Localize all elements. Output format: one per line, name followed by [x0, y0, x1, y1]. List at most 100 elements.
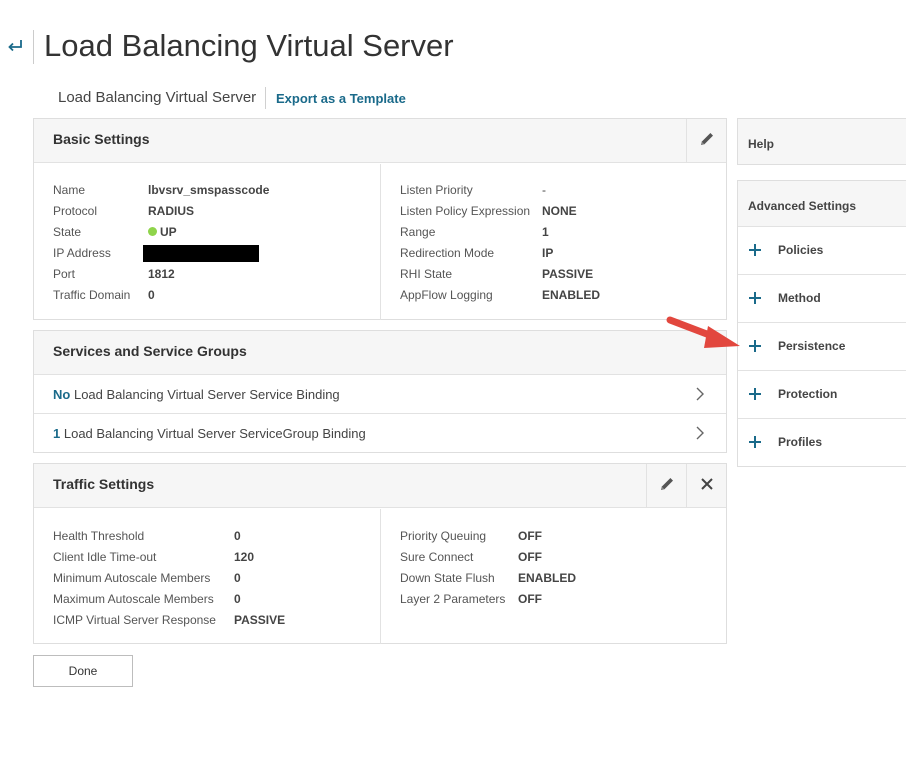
kv-row: Layer 2 Parameters OFF: [400, 589, 720, 610]
advanced-item-persistence[interactable]: Persistence: [738, 323, 906, 371]
advanced-item-label: Method: [778, 291, 821, 305]
kv-value: 1812: [148, 267, 175, 281]
state-text: UP: [160, 225, 177, 239]
kv-label: Health Threshold: [53, 529, 145, 543]
binding-count: No: [53, 387, 71, 402]
service-binding-row[interactable]: No Load Balancing Virtual Server Service…: [34, 375, 726, 414]
kv-value: PASSIVE: [542, 267, 594, 281]
export-template-link[interactable]: Export as a Template: [276, 91, 406, 106]
servicegroup-binding-text: 1 Load Balancing Virtual Server ServiceG…: [53, 426, 366, 441]
kv-label: State: [53, 225, 82, 239]
kv-label: Listen Policy Expression: [400, 204, 531, 218]
kv-label: IP Address: [53, 246, 111, 260]
kv-value: ENABLED: [518, 571, 577, 585]
kv-value: 0: [234, 529, 241, 543]
plus-icon: [748, 435, 762, 449]
advanced-item-policies[interactable]: Policies: [738, 227, 906, 275]
kv-label: Redirection Mode: [400, 246, 495, 260]
kv-label: Priority Queuing: [400, 529, 487, 543]
kv-row: AppFlow Logging ENABLED: [400, 285, 720, 306]
kv-row: Priority Queuing OFF: [400, 526, 720, 547]
basic-settings-title: Basic Settings: [53, 131, 150, 147]
kv-row: Traffic Domain 0: [53, 285, 383, 306]
kv-label: AppFlow Logging: [400, 288, 493, 302]
kv-value: 0: [148, 288, 155, 302]
pencil-icon: [658, 475, 676, 498]
kv-label: Listen Priority: [400, 183, 473, 197]
advanced-item-label: Persistence: [778, 339, 846, 353]
close-icon: [700, 477, 714, 496]
traffic-settings-left-column: Health Threshold 0 Client Idle Time-out …: [53, 526, 383, 631]
advanced-item-label: Protection: [778, 387, 838, 401]
kv-label: Sure Connect: [400, 550, 474, 564]
edit-traffic-settings-button[interactable]: [646, 464, 686, 508]
kv-row: Health Threshold 0: [53, 526, 383, 547]
traffic-settings-panel: Traffic Settings Health Threshold 0 Clie…: [33, 463, 727, 644]
redacted-ip-address: [143, 245, 259, 262]
binding-label: Load Balancing Virtual Server ServiceGro…: [63, 426, 366, 441]
kv-value: 0: [234, 592, 241, 606]
kv-value: 0: [234, 571, 241, 585]
column-divider: [380, 164, 381, 320]
kv-row: State UP: [53, 222, 383, 243]
plus-icon: [748, 387, 762, 401]
kv-row: RHI State PASSIVE: [400, 264, 720, 285]
kv-row: ICMP Virtual Server Response PASSIVE: [53, 610, 383, 631]
advanced-item-label: Profiles: [778, 435, 823, 449]
plus-icon: [748, 243, 762, 257]
basic-settings-panel: Basic Settings Name lbvsrv_smspasscode P…: [33, 118, 727, 320]
kv-row: IP Address: [53, 243, 383, 264]
binding-count: 1: [53, 426, 61, 441]
edit-basic-settings-button[interactable]: [686, 119, 726, 163]
advanced-item-method[interactable]: Method: [738, 275, 906, 323]
services-title: Services and Service Groups: [53, 343, 247, 359]
kv-label: Name: [53, 183, 86, 197]
kv-label: Down State Flush: [400, 571, 495, 585]
kv-value: RADIUS: [148, 204, 195, 218]
kv-label: RHI State: [400, 267, 453, 281]
advanced-settings-header: Advanced Settings: [738, 181, 906, 227]
advanced-item-label: Policies: [778, 243, 824, 257]
close-traffic-settings-button[interactable]: [686, 464, 726, 508]
kv-row: Listen Policy Expression NONE: [400, 201, 720, 222]
kv-value: OFF: [518, 550, 542, 564]
traffic-settings-right-column: Priority Queuing OFF Sure Connect OFF Do…: [400, 526, 720, 610]
kv-row: Minimum Autoscale Members 0: [53, 568, 383, 589]
basic-settings-header: Basic Settings: [34, 119, 726, 163]
kv-label: Minimum Autoscale Members: [53, 571, 211, 585]
kv-row: Sure Connect OFF: [400, 547, 720, 568]
kv-row: Listen Priority -: [400, 180, 720, 201]
done-button[interactable]: Done: [33, 655, 133, 687]
title-divider: [33, 30, 34, 64]
kv-row: Range 1: [400, 222, 720, 243]
plus-icon: [748, 339, 762, 353]
help-panel[interactable]: Help: [737, 118, 906, 165]
kv-value: OFF: [518, 529, 542, 543]
advanced-item-profiles[interactable]: Profiles: [738, 419, 906, 467]
kv-value: 1: [542, 225, 549, 239]
status-up-icon: [148, 227, 157, 236]
state-value: UP: [148, 222, 177, 243]
back-arrow-icon[interactable]: [6, 36, 24, 54]
kv-label: Port: [53, 267, 76, 281]
servicegroup-binding-row[interactable]: 1 Load Balancing Virtual Server ServiceG…: [34, 414, 726, 453]
kv-value: IP: [542, 246, 554, 260]
kv-row: Protocol RADIUS: [53, 201, 383, 222]
breadcrumb-divider: [265, 87, 266, 109]
kv-value: 120: [234, 550, 255, 564]
chevron-right-icon: [694, 387, 706, 401]
kv-label: Maximum Autoscale Members: [53, 592, 214, 606]
breadcrumb: Load Balancing Virtual Server: [58, 89, 257, 106]
kv-value: ENABLED: [542, 288, 601, 302]
kv-label: Client Idle Time-out: [53, 550, 157, 564]
chevron-right-icon: [694, 426, 706, 440]
kv-row: Redirection Mode IP: [400, 243, 720, 264]
annotation-arrow-icon: [664, 312, 744, 354]
advanced-item-protection[interactable]: Protection: [738, 371, 906, 419]
kv-value: lbvsrv_smspasscode: [148, 183, 270, 197]
kv-value: -: [542, 183, 546, 197]
kv-label: Protocol: [53, 204, 98, 218]
pencil-icon: [698, 130, 716, 153]
column-divider: [380, 509, 381, 644]
binding-label: Load Balancing Virtual Server Service Bi…: [73, 387, 340, 402]
